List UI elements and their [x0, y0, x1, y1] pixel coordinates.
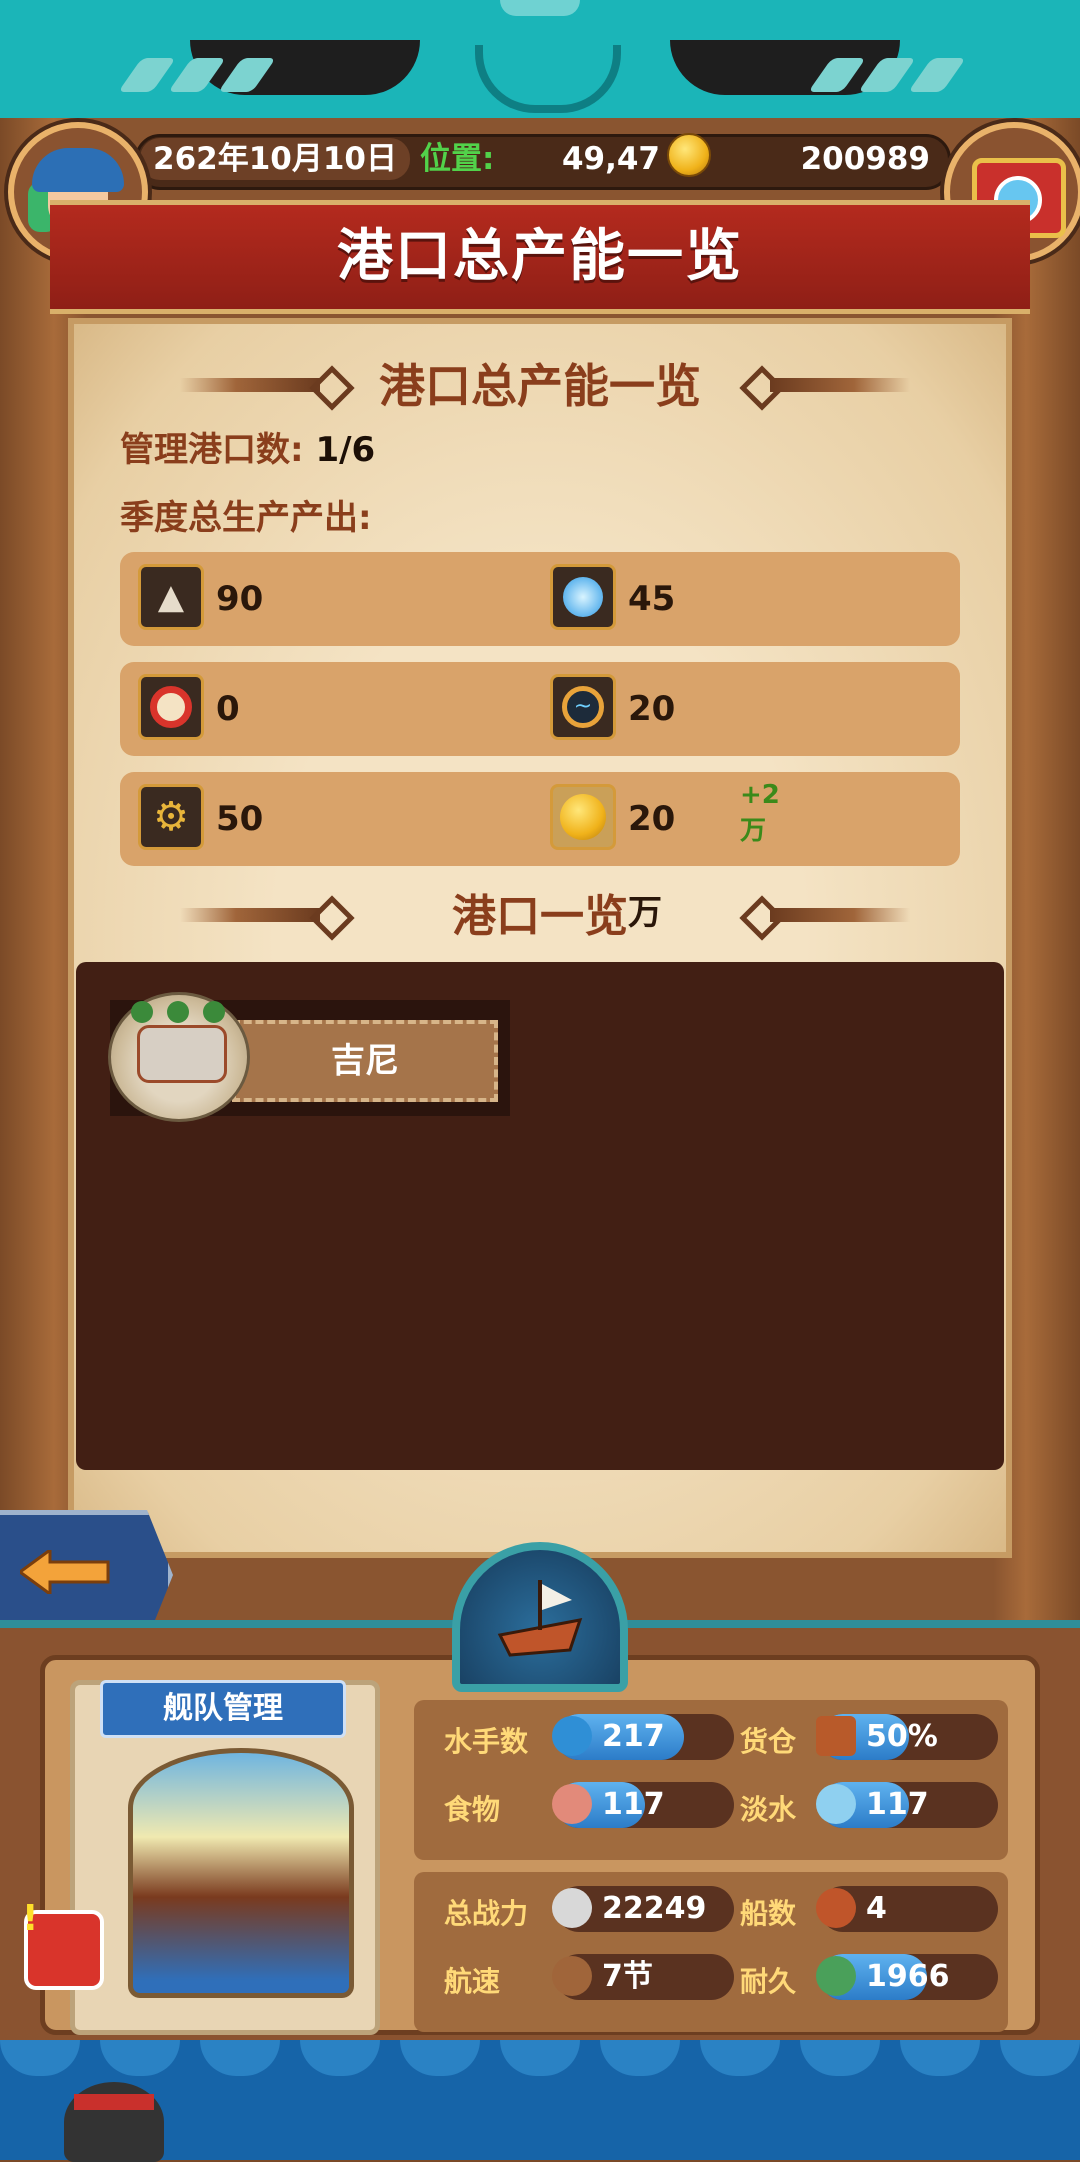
stat-label-power: 总战力 — [444, 1897, 529, 1930]
stat-food: 117 — [552, 1782, 734, 1828]
ports-heading: 港口一览 — [452, 891, 628, 942]
ship-emblem-button[interactable] — [452, 1542, 628, 1692]
page-title: 港口总产能一览 — [337, 224, 743, 289]
ornament-right — [770, 378, 910, 392]
managed-ports-row: 管理港口数: 1/6 — [120, 422, 375, 471]
position-label: 位置: — [420, 141, 495, 177]
stat-water: 117 — [816, 1782, 998, 1828]
castle-wall-icon — [137, 1025, 227, 1083]
stat-value: 50% — [866, 1719, 938, 1754]
stat-power: 22249 — [552, 1886, 734, 1932]
arrow-left-icon — [20, 1550, 110, 1594]
crystal-icon — [550, 564, 616, 630]
stat-label-ships: 船数 — [740, 1897, 797, 1930]
resource-row — [120, 662, 960, 756]
creature-nose — [500, 0, 580, 16]
sail-ship-icon — [816, 1888, 856, 1928]
stat-sailors: 217 — [552, 1714, 734, 1760]
gold-amount: 200989 — [800, 141, 930, 177]
stat-speed: 7节 — [552, 1954, 734, 2000]
meat-icon — [552, 1784, 592, 1824]
stat-value: 217 — [602, 1719, 665, 1754]
resource-value: 0 — [216, 689, 240, 729]
stat-value: 117 — [866, 1787, 929, 1822]
sailor-icon — [552, 1716, 592, 1756]
gear-badge-icon — [138, 674, 204, 740]
tree-icon — [131, 1001, 153, 1023]
creature-mouth — [475, 37, 621, 113]
stat-label-durability: 耐久 — [740, 1965, 797, 1998]
port-town-icon — [108, 992, 250, 1122]
gold-coin-icon — [550, 784, 616, 850]
resource-bonus: +2万 — [740, 780, 780, 846]
exclamation-icon: ! — [22, 1898, 39, 1939]
ship-icon — [497, 1580, 583, 1657]
wind-icon: ~ — [550, 674, 616, 740]
ornament-diamond — [309, 365, 355, 411]
stat-value: 117 — [602, 1787, 665, 1822]
resource-value: 20 — [628, 689, 676, 729]
cog-icon: ⚙ — [138, 784, 204, 850]
ornament-diamond — [309, 895, 355, 941]
decor-stripe — [908, 58, 966, 92]
stat-cargo: 50% — [816, 1714, 998, 1760]
resource-value: 90 — [216, 579, 264, 619]
ornament-right — [770, 908, 910, 922]
title-banner: 港口总产能一览 — [50, 200, 1030, 314]
crossed-swords-icon — [552, 1888, 592, 1928]
gold-coin-icon — [667, 133, 711, 177]
quarterly-output-label: 季度总生产产出: — [120, 498, 372, 538]
pirate-mascot-icon[interactable] — [64, 2082, 164, 2162]
fleet-management-title[interactable]: 舰队管理 — [100, 1680, 346, 1738]
mascot-bandana — [74, 2094, 154, 2110]
stone-icon: ▲ — [138, 564, 204, 630]
summary-heading-row: 港口总产能一览 — [0, 350, 1080, 416]
stat-label-water: 淡水 — [740, 1793, 797, 1826]
position-value: 49,47 — [561, 141, 660, 177]
tree-icon — [203, 1001, 225, 1023]
repair-ship-icon — [816, 1956, 856, 1996]
pirate-hat-icon — [32, 148, 124, 192]
stat-ships: 4 — [816, 1886, 998, 1932]
tree-icon — [167, 1001, 189, 1023]
port-name[interactable]: 吉尼 — [232, 1020, 498, 1102]
stat-value: 4 — [866, 1891, 887, 1926]
resource-value: 45 — [628, 579, 676, 619]
top-banner-creature — [0, 0, 1080, 129]
stat-durability: 1966 — [816, 1954, 998, 2000]
managed-ports-label: 管理港口数: — [120, 430, 304, 470]
stat-value: 22249 — [602, 1891, 707, 1926]
stat-label-cargo: 货仓 — [740, 1725, 797, 1758]
boat-speed-icon — [552, 1956, 592, 1996]
ornament-left — [180, 908, 320, 922]
ornament-left — [180, 378, 320, 392]
stat-label-speed: 航速 — [444, 1965, 501, 1998]
cargo-crate-icon — [816, 1716, 856, 1756]
stat-value: 7节 — [602, 1959, 653, 1994]
stat-label-food: 食物 — [444, 1793, 501, 1826]
stat-value: 1966 — [866, 1959, 950, 1994]
summary-heading: 港口总产能一览 — [379, 359, 701, 413]
stat-label-sailors: 水手数 — [444, 1725, 529, 1758]
game-date: 262年10月10日 — [140, 138, 410, 180]
ports-heading-row: 港口一览 — [0, 880, 1080, 944]
water-jug-icon — [816, 1784, 856, 1824]
resource-value: 50 — [216, 799, 264, 839]
fleet-ship-image[interactable] — [128, 1748, 354, 1998]
managed-ports-value: 1/6 — [315, 430, 376, 470]
decor-stripe — [118, 58, 176, 92]
